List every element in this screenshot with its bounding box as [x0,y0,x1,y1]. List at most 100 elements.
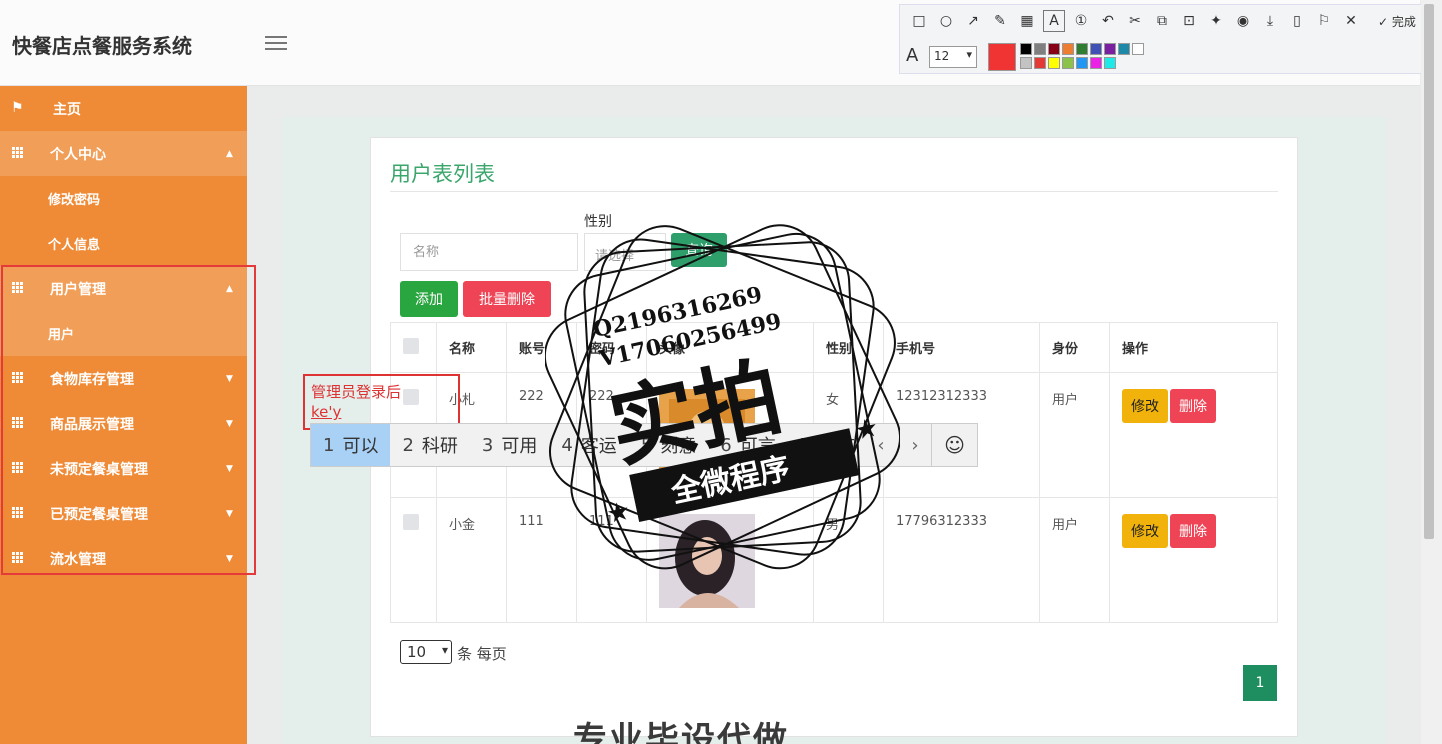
sidebar-subitem-personal-info[interactable]: 个人信息 [0,221,247,266]
page-size-select[interactable]: 10 [400,640,452,664]
annotation-text-box[interactable]: 管理员登录后 ke'y [303,374,460,430]
sidebar-item-home[interactable]: ⚑ 主页 [0,86,247,131]
gender-select-value: 请选择 [595,249,635,264]
done-button[interactable]: ✓ 完成 [1378,13,1416,30]
avatar-thumbnail [659,514,755,608]
rect-icon[interactable]: □ [908,10,930,32]
sidebar-item-label: 未预定餐桌管理 [50,461,148,478]
select-all-checkbox[interactable] [403,337,419,354]
pin-icon[interactable]: ✦ [1205,10,1227,32]
crop-icon[interactable]: ✂ [1124,10,1146,32]
pencil-icon[interactable]: ✎ [989,10,1011,32]
hamburger-menu-icon[interactable] [265,36,287,52]
sidebar-subitem-change-password[interactable]: 修改密码 [0,176,247,221]
flag-icon: ⚑ [11,100,24,116]
emoji-icon[interactable]: ☺ [931,424,977,466]
close-icon[interactable]: ✕ [1340,10,1362,32]
ime-candidate[interactable]: 7 可有 [788,424,867,466]
sidebar-item-unbooked-tables[interactable]: 未预定餐桌管理 ▼ [0,446,247,491]
undo-icon[interactable]: ↶ [1097,10,1119,32]
grid-icon [12,507,24,518]
pagination-page[interactable]: 1 [1243,665,1277,701]
batch-delete-button[interactable]: 批量删除 [463,281,551,317]
column-header: 操作 [1109,322,1278,373]
grid-icon [12,552,24,563]
row-checkbox[interactable] [403,514,419,530]
column-header: 账号 [506,322,577,373]
sidebar-item-personal-center[interactable]: 个人中心 ▲ [0,131,247,176]
ime-candidate[interactable]: 5 刻意 [629,424,708,466]
color-swatch[interactable] [1118,43,1130,55]
bookmark-icon[interactable]: ⚐ [1313,10,1335,32]
sidebar-item-user-mgmt[interactable]: 用户管理 ▲ [0,266,247,311]
font-size-select[interactable]: 12 [929,46,977,68]
color-swatch[interactable] [1034,43,1046,55]
mosaic-icon[interactable]: ▦ [1016,10,1038,32]
current-color-swatch[interactable] [988,43,1016,71]
annotation-toolbar: □ ○ ↗ ✎ ▦ A ① ↶ ✂ ⧉ ⊡ ✦ ◉ ⤓ ▯ ⚐ ✕ ✓ 完成 A… [899,4,1429,74]
table-row: 小金 111 111 男 17796312333 用户 修改 删除 [390,497,1278,623]
user-table: 名称 账号 密码 头像 性别 手机号 身份 操作 小札 222 222 女 12 [390,322,1278,623]
add-button[interactable]: 添加 [400,281,458,317]
gender-select[interactable]: 请选择 [584,233,666,271]
cell-role: 用户 [1039,497,1110,623]
sidebar-item-label: 已预定餐桌管理 [50,506,148,523]
edit-button[interactable]: 修改 [1122,389,1168,423]
delete-button[interactable]: 删除 [1170,389,1216,423]
save-icon[interactable]: ▯ [1286,10,1308,32]
circle-icon[interactable]: ○ [935,10,957,32]
chevron-right-icon[interactable]: › [901,424,929,466]
number-icon[interactable]: ① [1070,10,1092,32]
candidate-index: 4 [561,434,573,456]
column-header: 身份 [1039,322,1110,373]
record-icon[interactable]: ◉ [1232,10,1254,32]
candidate-text: 可有 [819,436,856,457]
gender-filter-label: 性别 [584,214,612,230]
scrollbar-thumb[interactable] [1424,4,1434,539]
translate-icon[interactable]: ⊡ [1178,10,1200,32]
color-swatch[interactable] [1076,57,1088,69]
cell-actions: 修改 删除 [1109,497,1278,623]
color-swatch[interactable] [1020,43,1032,55]
name-search-input[interactable] [400,233,578,271]
column-header: 头像 [646,322,814,373]
color-swatch[interactable] [1062,43,1074,55]
color-swatch[interactable] [1076,43,1088,55]
sidebar-subitem-users[interactable]: 用户 [0,311,247,356]
sidebar-item-product-display[interactable]: 商品展示管理 ▼ [0,401,247,446]
ime-candidate[interactable]: 1 可以 [311,424,391,466]
page-title: 用户表列表 [390,162,495,186]
download-icon[interactable]: ⤓ [1259,10,1281,32]
color-swatch[interactable] [1020,57,1032,69]
delete-button[interactable]: 删除 [1170,514,1216,548]
ime-candidate[interactable]: 3 可用 [470,424,549,466]
color-swatch[interactable] [1132,43,1144,55]
color-swatch[interactable] [1090,57,1102,69]
ocr-icon[interactable]: ⧉ [1151,10,1173,32]
ime-candidate[interactable]: 4 客运 [549,424,628,466]
edit-button[interactable]: 修改 [1122,514,1168,548]
cell-actions: 修改 删除 [1109,372,1278,498]
color-swatch[interactable] [1062,57,1074,69]
sidebar-item-food-stock[interactable]: 食物库存管理 ▼ [0,356,247,401]
candidate-index: 6 [720,434,732,456]
color-swatch[interactable] [1104,57,1116,69]
color-swatch[interactable] [1048,43,1060,55]
color-swatch[interactable] [1104,43,1116,55]
sidebar-item-booked-tables[interactable]: 已预定餐桌管理 ▼ [0,491,247,536]
cell-name: 小金 [436,497,507,623]
annotation-tool-row: □ ○ ↗ ✎ ▦ A ① ↶ ✂ ⧉ ⊡ ✦ ◉ ⤓ ▯ ⚐ ✕ [908,10,1362,32]
color-swatch[interactable] [1048,57,1060,69]
chevron-left-icon[interactable]: ‹ [867,424,895,466]
ime-candidate[interactable]: 6 可言 [708,424,787,466]
column-header: 名称 [436,322,507,373]
color-swatch[interactable] [1090,43,1102,55]
grid-icon [12,282,24,293]
arrow-icon[interactable]: ↗ [962,10,984,32]
color-palette [1020,43,1144,69]
text-icon[interactable]: A [1043,10,1065,32]
ime-candidate[interactable]: 2 科研 [390,424,469,466]
query-button[interactable]: 查询 [671,233,727,267]
color-swatch[interactable] [1034,57,1046,69]
sidebar-item-cashflow[interactable]: 流水管理 ▼ [0,536,247,581]
